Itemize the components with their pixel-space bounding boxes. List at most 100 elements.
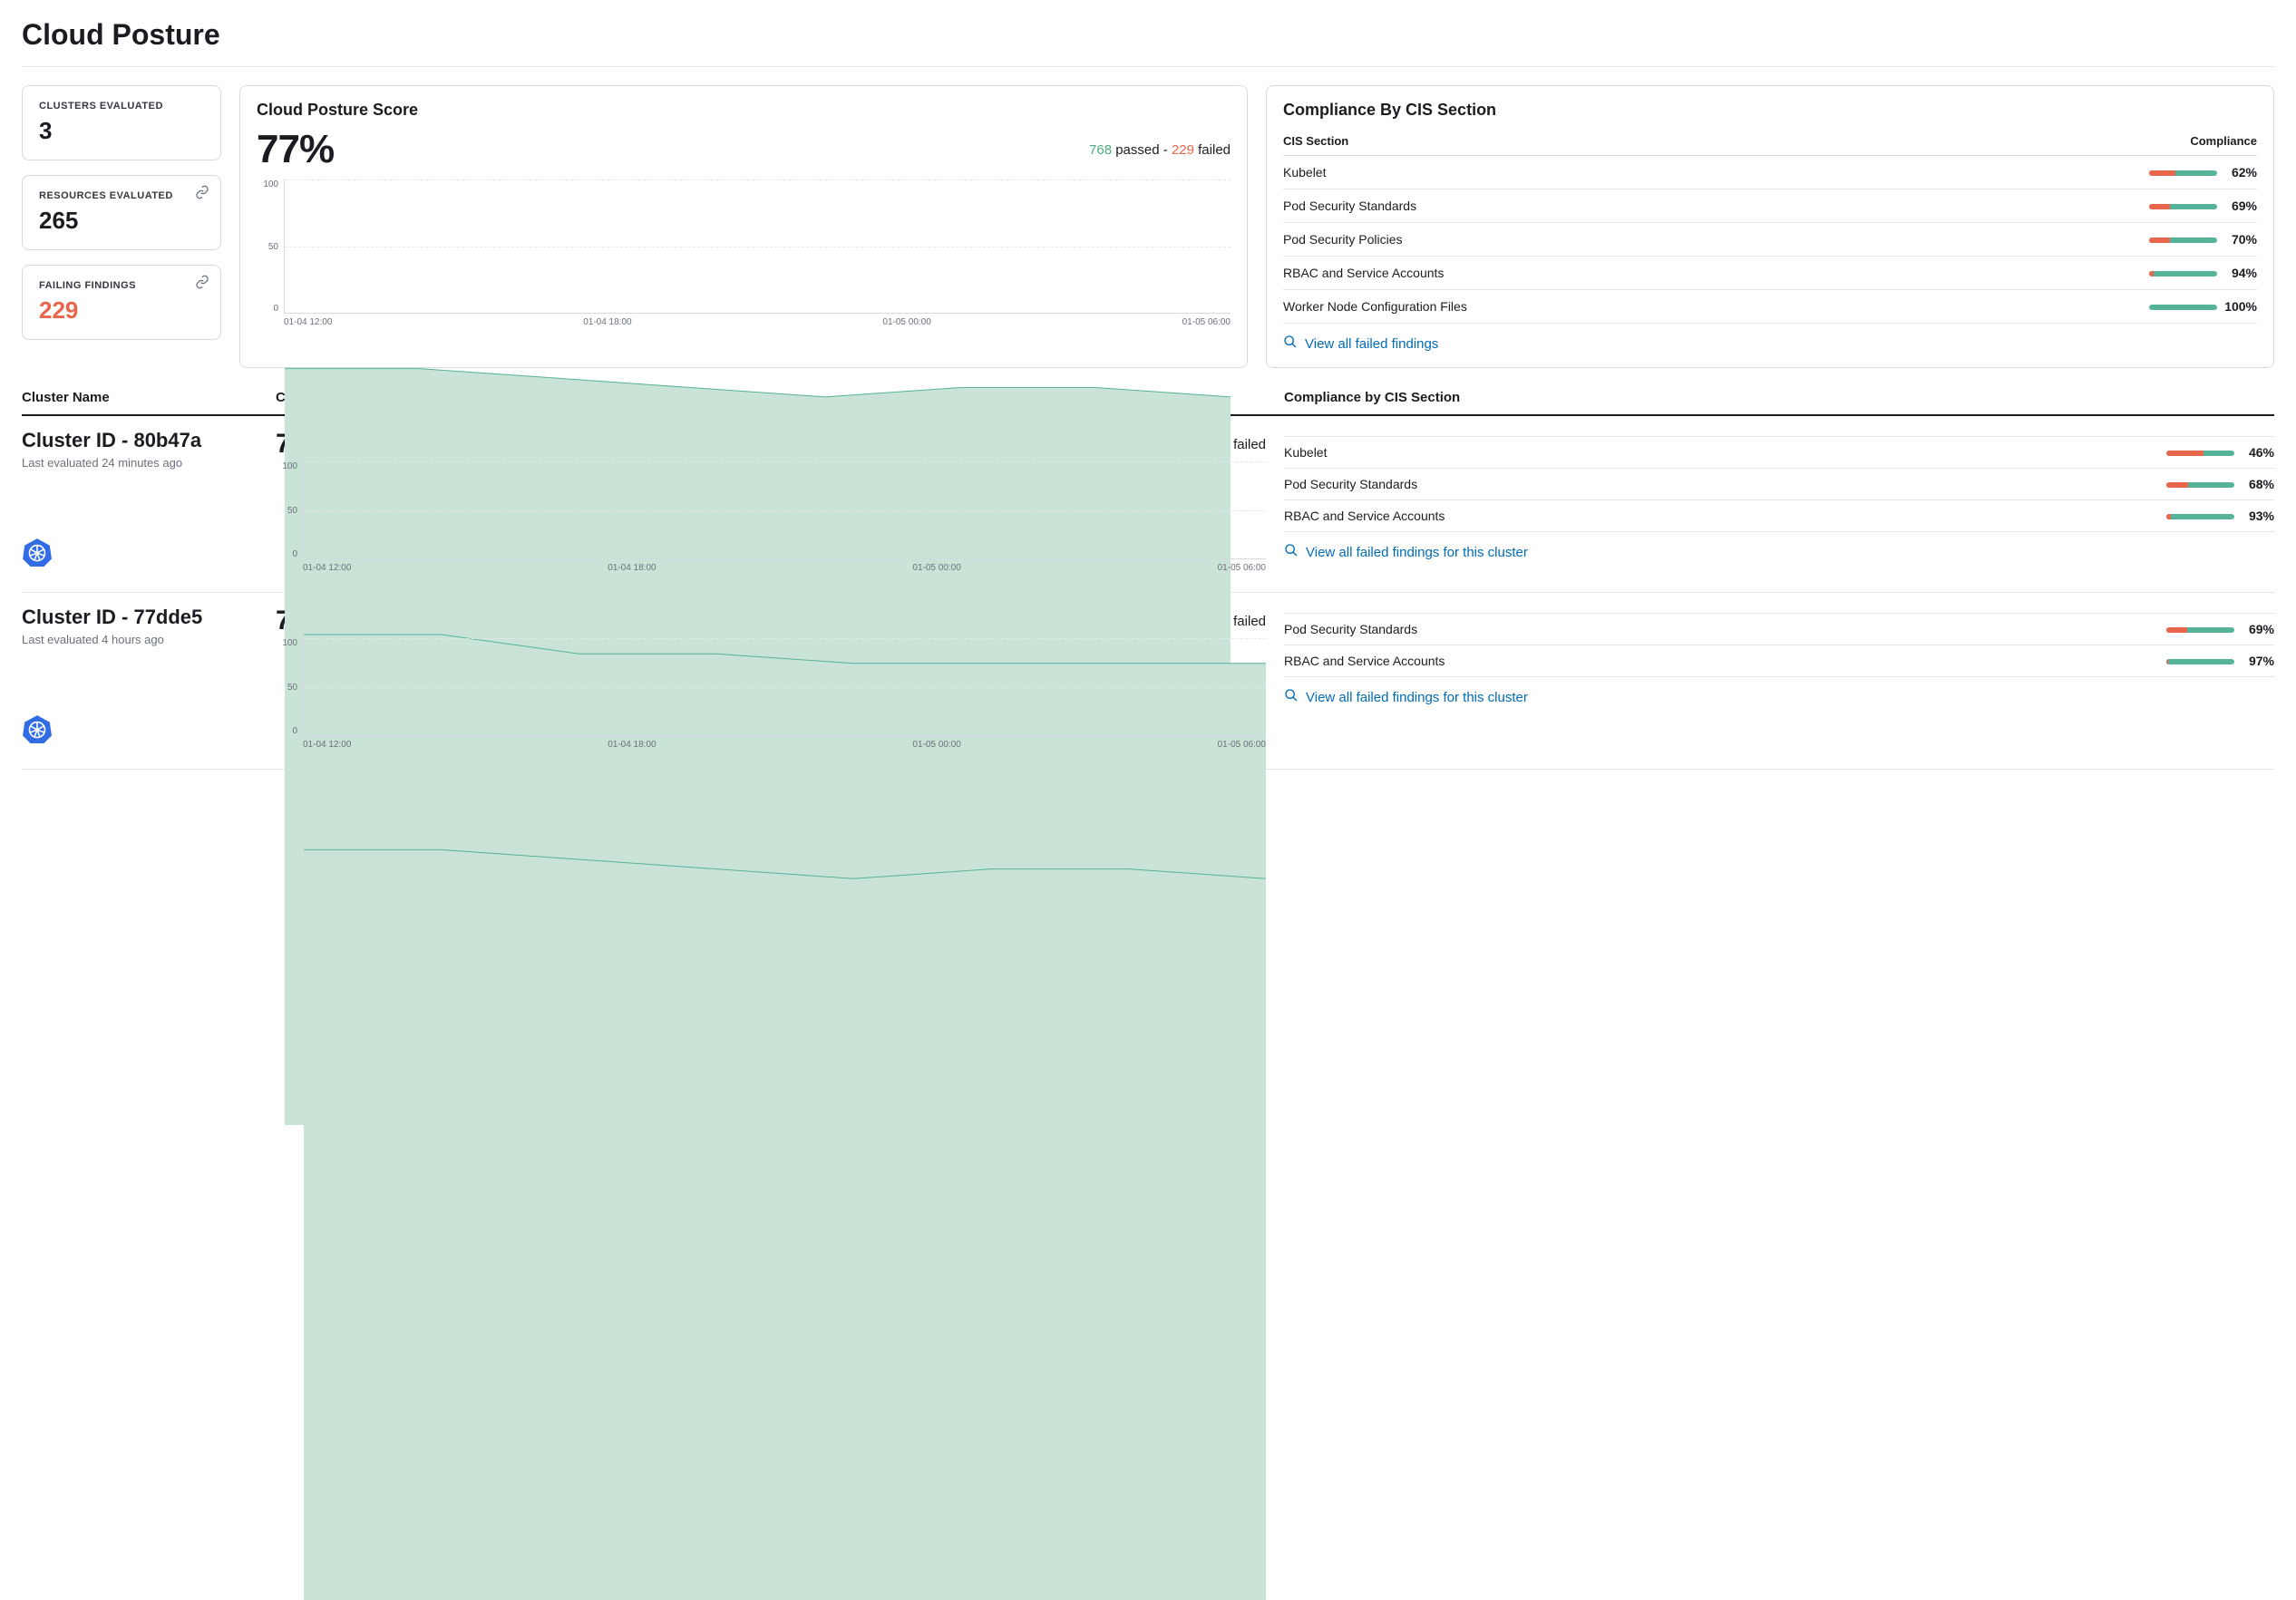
failed-label: failed	[1233, 437, 1266, 452]
cluster-name[interactable]: Cluster ID - 77dde5	[22, 606, 258, 629]
section-compliance: 62%	[1897, 156, 2257, 189]
y-tick: 100	[276, 461, 297, 471]
stats-column: CLUSTERS EVALUATED 3 RESOURCES EVALUATED…	[22, 85, 221, 368]
section-name: RBAC and Service Accounts	[1284, 645, 1877, 677]
section-compliance: 100%	[1897, 290, 2257, 324]
table-row: Pod Security Standards 68%	[1284, 469, 2274, 500]
col-cis-section: CIS Section	[1283, 127, 1897, 156]
stat-value: 265	[39, 207, 204, 235]
divider	[22, 66, 2274, 67]
pass-fail-summary: 768 passed - 229 failed	[1089, 142, 1231, 158]
kubernetes-icon	[22, 537, 53, 570]
compliance-pct: 69%	[2242, 622, 2274, 636]
section-compliance: 94%	[1897, 257, 2257, 290]
section-compliance: 70%	[1897, 223, 2257, 257]
cluster-name[interactable]: Cluster ID - 80b47a	[22, 429, 258, 452]
view-all-failed-findings-link[interactable]: View all failed findings	[1283, 324, 2257, 353]
y-tick: 100	[257, 179, 278, 189]
compliance-pct: 97%	[2242, 654, 2274, 668]
table-row: RBAC and Service Accounts 94%	[1283, 257, 2257, 290]
y-tick: 50	[257, 242, 278, 252]
cluster-name-cell: Cluster ID - 77dde5 Last evaluated 4 hour…	[22, 606, 258, 756]
compliance-pct: 69%	[2224, 199, 2257, 213]
search-icon	[1284, 688, 1299, 706]
overall-score: 77%	[257, 127, 334, 172]
col-compliance-by-cis: Compliance by CIS Section	[1284, 390, 2274, 405]
section-name: RBAC and Service Accounts	[1283, 257, 1897, 290]
col-compliance: Compliance	[1897, 127, 2257, 156]
compliance-pct: 93%	[2242, 509, 2274, 523]
table-row: Kubelet62%	[1283, 156, 2257, 189]
section-name: Pod Security Policies	[1283, 223, 1897, 257]
stat-label: FAILING FINDINGS	[39, 280, 204, 291]
section-compliance: 69%	[1877, 614, 2274, 645]
section-name: Pod Security Standards	[1284, 469, 1877, 500]
y-tick: 0	[276, 549, 297, 559]
y-tick: 100	[276, 638, 297, 648]
failed-count: 229	[1172, 142, 1194, 158]
cluster-trend-chart: 10050001-04 12:0001-04 18:0001-05 00:000…	[276, 638, 1266, 756]
stat-label: CLUSTERS EVALUATED	[39, 101, 204, 112]
compliance-by-cis-panel: Compliance By CIS Section CIS Section Co…	[1266, 85, 2274, 368]
section-compliance: 46%	[1877, 437, 2274, 469]
link-label: View all failed findings for this cluste…	[1306, 545, 1528, 560]
compliance-bar	[2149, 305, 2217, 310]
stat-label: RESOURCES EVALUATED	[39, 190, 204, 201]
passed-count: 768	[1089, 142, 1112, 158]
compliance-bar	[2166, 659, 2234, 664]
cluster-last-evaluated: Last evaluated 4 hours ago	[22, 633, 258, 646]
cluster-sections-table: Pod Security Standards 69% RBAC and Servic…	[1284, 613, 2274, 677]
view-failed-findings-cluster-link[interactable]: View all failed findings for this cluste…	[1284, 532, 2274, 561]
section-name: Pod Security Standards	[1283, 189, 1897, 223]
table-row: RBAC and Service Accounts 97%	[1284, 645, 2274, 677]
col-cluster-name: Cluster Name	[22, 390, 258, 405]
table-row: Pod Security Standards 69%	[1284, 614, 2274, 645]
link-label: View all failed findings for this cluste…	[1306, 690, 1528, 705]
section-name: Kubelet	[1284, 437, 1877, 469]
stat-value: 229	[39, 296, 204, 325]
section-compliance: 97%	[1877, 645, 2274, 677]
stat-resources-evaluated[interactable]: RESOURCES EVALUATED 265	[22, 175, 221, 250]
section-compliance: 69%	[1897, 189, 2257, 223]
compliance-pct: 62%	[2224, 165, 2257, 179]
compliance-pct: 70%	[2224, 232, 2257, 247]
separator: -	[1163, 142, 1168, 158]
table-row: Worker Node Configuration Files 100%	[1283, 290, 2257, 324]
compliance-bar	[2149, 204, 2217, 209]
page-title: Cloud Posture	[22, 18, 2274, 52]
search-icon	[1283, 335, 1298, 353]
compliance-bar	[2166, 627, 2234, 633]
compliance-bar	[2149, 238, 2217, 243]
section-name: Pod Security Standards	[1284, 614, 1877, 645]
compliance-pct: 68%	[2242, 477, 2274, 491]
view-failed-findings-cluster-link[interactable]: View all failed findings for this cluste…	[1284, 677, 2274, 706]
table-row: Pod Security Standards 69%	[1283, 189, 2257, 223]
search-icon	[1284, 543, 1299, 561]
y-tick: 0	[276, 726, 297, 736]
compliance-bar	[2149, 170, 2217, 176]
y-tick: 0	[257, 304, 278, 314]
cluster-sections-cell: Pod Security Standards 69% RBAC and Servic…	[1284, 606, 2274, 756]
stat-failing-findings[interactable]: FAILING FINDINGS 229	[22, 265, 221, 340]
compliance-bar	[2149, 271, 2217, 276]
table-row: RBAC and Service Accounts 93%	[1284, 500, 2274, 532]
kubernetes-icon	[22, 713, 53, 747]
y-tick: 50	[276, 683, 297, 693]
compliance-bar	[2166, 514, 2234, 519]
compliance-pct: 94%	[2224, 266, 2257, 280]
compliance-bar	[2166, 482, 2234, 488]
cluster-last-evaluated: Last evaluated 24 minutes ago	[22, 456, 258, 470]
compliance-pct: 46%	[2242, 445, 2274, 460]
section-name: RBAC and Service Accounts	[1284, 500, 1877, 532]
failed-label: failed	[1198, 142, 1231, 158]
link-icon[interactable]	[195, 275, 209, 292]
y-tick: 50	[276, 506, 297, 516]
section-name: Worker Node Configuration Files	[1283, 290, 1897, 324]
compliance-pct: 100%	[2224, 299, 2257, 314]
cluster-sections-cell: Kubelet 46% Pod Security Standards 68% RBAC …	[1284, 429, 2274, 579]
section-compliance: 68%	[1877, 469, 2274, 500]
stat-value: 3	[39, 117, 204, 145]
clusters-list: Cluster ID - 80b47a Last evaluated 24 min…	[22, 416, 2274, 770]
compliance-table: CIS Section Compliance Kubelet62%Pod Sec…	[1283, 127, 2257, 324]
link-icon[interactable]	[195, 185, 209, 202]
